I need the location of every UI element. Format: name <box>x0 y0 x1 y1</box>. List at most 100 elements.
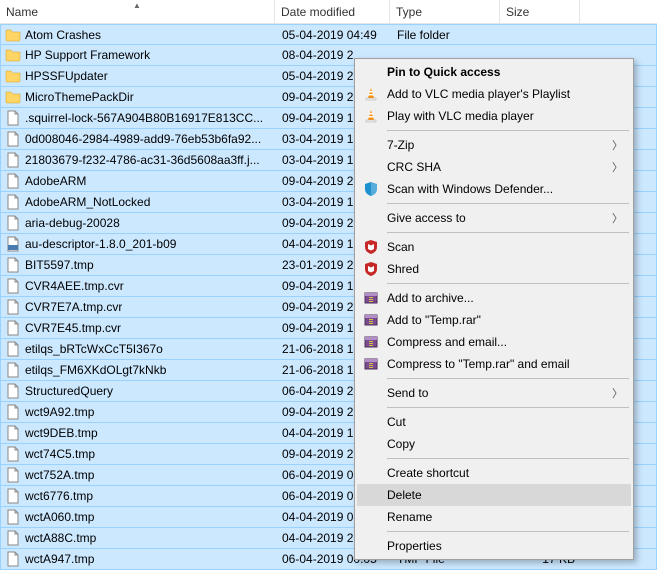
column-header-name[interactable]: ▲ Name <box>0 0 275 23</box>
file-row[interactable]: Atom Crashes05-04-2019 04:49File folder <box>0 24 657 45</box>
menu-item-label: Play with VLC media player <box>387 109 623 123</box>
file-name: HPSSFUpdater <box>25 69 108 83</box>
menu-icon-blank <box>361 158 381 176</box>
menu-item-compress-and-email[interactable]: Compress and email... <box>357 331 631 353</box>
menu-item-label: Copy <box>387 437 623 451</box>
menu-item-label: Compress to "Temp.rar" and email <box>387 357 623 371</box>
menu-item-scan[interactable]: Scan <box>357 236 631 258</box>
file-icon <box>5 530 21 546</box>
menu-item-label: Send to <box>387 386 612 400</box>
menu-icon-blank <box>361 508 381 526</box>
menu-item-label: Give access to <box>387 211 612 225</box>
file-icon <box>5 131 21 147</box>
file-icon <box>5 173 21 189</box>
menu-item-play-with-vlc-media-player[interactable]: Play with VLC media player <box>357 105 631 127</box>
file-name: MicroThemePackDir <box>25 90 134 104</box>
file-icon <box>5 278 21 294</box>
menu-item-scan-with-windows-defender[interactable]: Scan with Windows Defender... <box>357 178 631 200</box>
file-name: wctA88C.tmp <box>25 531 96 545</box>
menu-item-compress-to-temp-rar-and-email[interactable]: Compress to "Temp.rar" and email <box>357 353 631 375</box>
file-name: 0d008046-2984-4989-add9-76eb53b6fa92... <box>25 132 261 146</box>
folder-icon <box>5 47 21 63</box>
menu-item-rename[interactable]: Rename <box>357 506 631 528</box>
file-name: wctA947.tmp <box>25 552 94 566</box>
column-header-label: Type <box>396 5 422 19</box>
column-header-row: ▲ Name Date modified Type Size <box>0 0 657 24</box>
menu-item-label: Add to archive... <box>387 291 623 305</box>
file-icon <box>5 551 21 567</box>
column-header-label: Name <box>6 5 38 19</box>
file-name: etilqs_bRTcWxCcT5I367o <box>25 342 163 356</box>
menu-item-add-to-temp-rar[interactable]: Add to "Temp.rar" <box>357 309 631 331</box>
file-name: wct74C5.tmp <box>25 447 95 461</box>
shield-icon <box>361 180 381 198</box>
file-icon <box>5 341 21 357</box>
file-icon <box>5 299 21 315</box>
column-header-date[interactable]: Date modified <box>275 0 390 23</box>
menu-item-label: Properties <box>387 539 623 553</box>
xmlfile-icon <box>5 236 21 252</box>
mcafee-icon <box>361 260 381 278</box>
menu-separator <box>387 130 629 131</box>
menu-item-label: Compress and email... <box>387 335 623 349</box>
menu-icon-blank <box>361 209 381 227</box>
menu-item-pin-to-quick-access[interactable]: Pin to Quick access <box>357 61 631 83</box>
file-icon <box>5 194 21 210</box>
menu-item-label: Scan <box>387 240 623 254</box>
menu-item-add-to-vlc-media-player-s-playlist[interactable]: Add to VLC media player's Playlist <box>357 83 631 105</box>
context-menu: Pin to Quick access Add to VLC media play… <box>354 58 634 560</box>
submenu-arrow-icon: 〉 <box>612 137 623 153</box>
menu-item-delete[interactable]: Delete <box>357 484 631 506</box>
file-name: AdobeARM_NotLocked <box>25 195 150 209</box>
menu-item-label: Pin to Quick access <box>387 65 623 79</box>
file-type: File folder <box>391 28 501 42</box>
file-name: etilqs_FM6XKdOLgt7kNkb <box>25 363 166 377</box>
menu-icon-blank <box>361 413 381 431</box>
vlc-icon <box>361 85 381 103</box>
menu-item-cut[interactable]: Cut <box>357 411 631 433</box>
menu-item-properties[interactable]: Properties <box>357 535 631 557</box>
winrar-icon <box>361 289 381 307</box>
menu-item-crc-sha[interactable]: CRC SHA〉 <box>357 156 631 178</box>
menu-item-send-to[interactable]: Send to〉 <box>357 382 631 404</box>
menu-icon-blank <box>361 435 381 453</box>
file-name: wctA060.tmp <box>25 510 94 524</box>
menu-item-label: 7-Zip <box>387 138 612 152</box>
column-header-size[interactable]: Size <box>500 0 580 23</box>
menu-icon-blank <box>361 486 381 504</box>
menu-item-label: Rename <box>387 510 623 524</box>
menu-item-7-zip[interactable]: 7-Zip〉 <box>357 134 631 156</box>
file-name: wct9DEB.tmp <box>25 426 98 440</box>
vlc-icon <box>361 107 381 125</box>
file-icon <box>5 509 21 525</box>
menu-icon-blank <box>361 464 381 482</box>
column-header-type[interactable]: Type <box>390 0 500 23</box>
menu-item-label: Add to "Temp.rar" <box>387 313 623 327</box>
file-icon <box>5 110 21 126</box>
file-name: wct6776.tmp <box>25 489 93 503</box>
file-icon <box>5 467 21 483</box>
file-name: CVR4AEE.tmp.cvr <box>25 279 124 293</box>
winrar-icon <box>361 333 381 351</box>
file-icon <box>5 488 21 504</box>
menu-item-give-access-to[interactable]: Give access to〉 <box>357 207 631 229</box>
menu-item-copy[interactable]: Copy <box>357 433 631 455</box>
folder-icon <box>5 89 21 105</box>
menu-item-label: Cut <box>387 415 623 429</box>
menu-item-shred[interactable]: Shred <box>357 258 631 280</box>
winrar-icon <box>361 311 381 329</box>
menu-separator <box>387 283 629 284</box>
menu-icon-blank <box>361 136 381 154</box>
file-icon <box>5 362 21 378</box>
menu-item-add-to-archive[interactable]: Add to archive... <box>357 287 631 309</box>
file-name: au-descriptor-1.8.0_201-b09 <box>25 237 176 251</box>
menu-separator <box>387 458 629 459</box>
menu-icon-blank <box>361 384 381 402</box>
file-date: 05-04-2019 04:49 <box>276 28 391 42</box>
file-name: CVR7E45.tmp.cvr <box>25 321 121 335</box>
menu-item-label: Delete <box>387 488 623 502</box>
mcafee-icon <box>361 238 381 256</box>
menu-item-create-shortcut[interactable]: Create shortcut <box>357 462 631 484</box>
file-name: wct752A.tmp <box>25 468 94 482</box>
sort-ascending-icon: ▲ <box>133 1 141 10</box>
